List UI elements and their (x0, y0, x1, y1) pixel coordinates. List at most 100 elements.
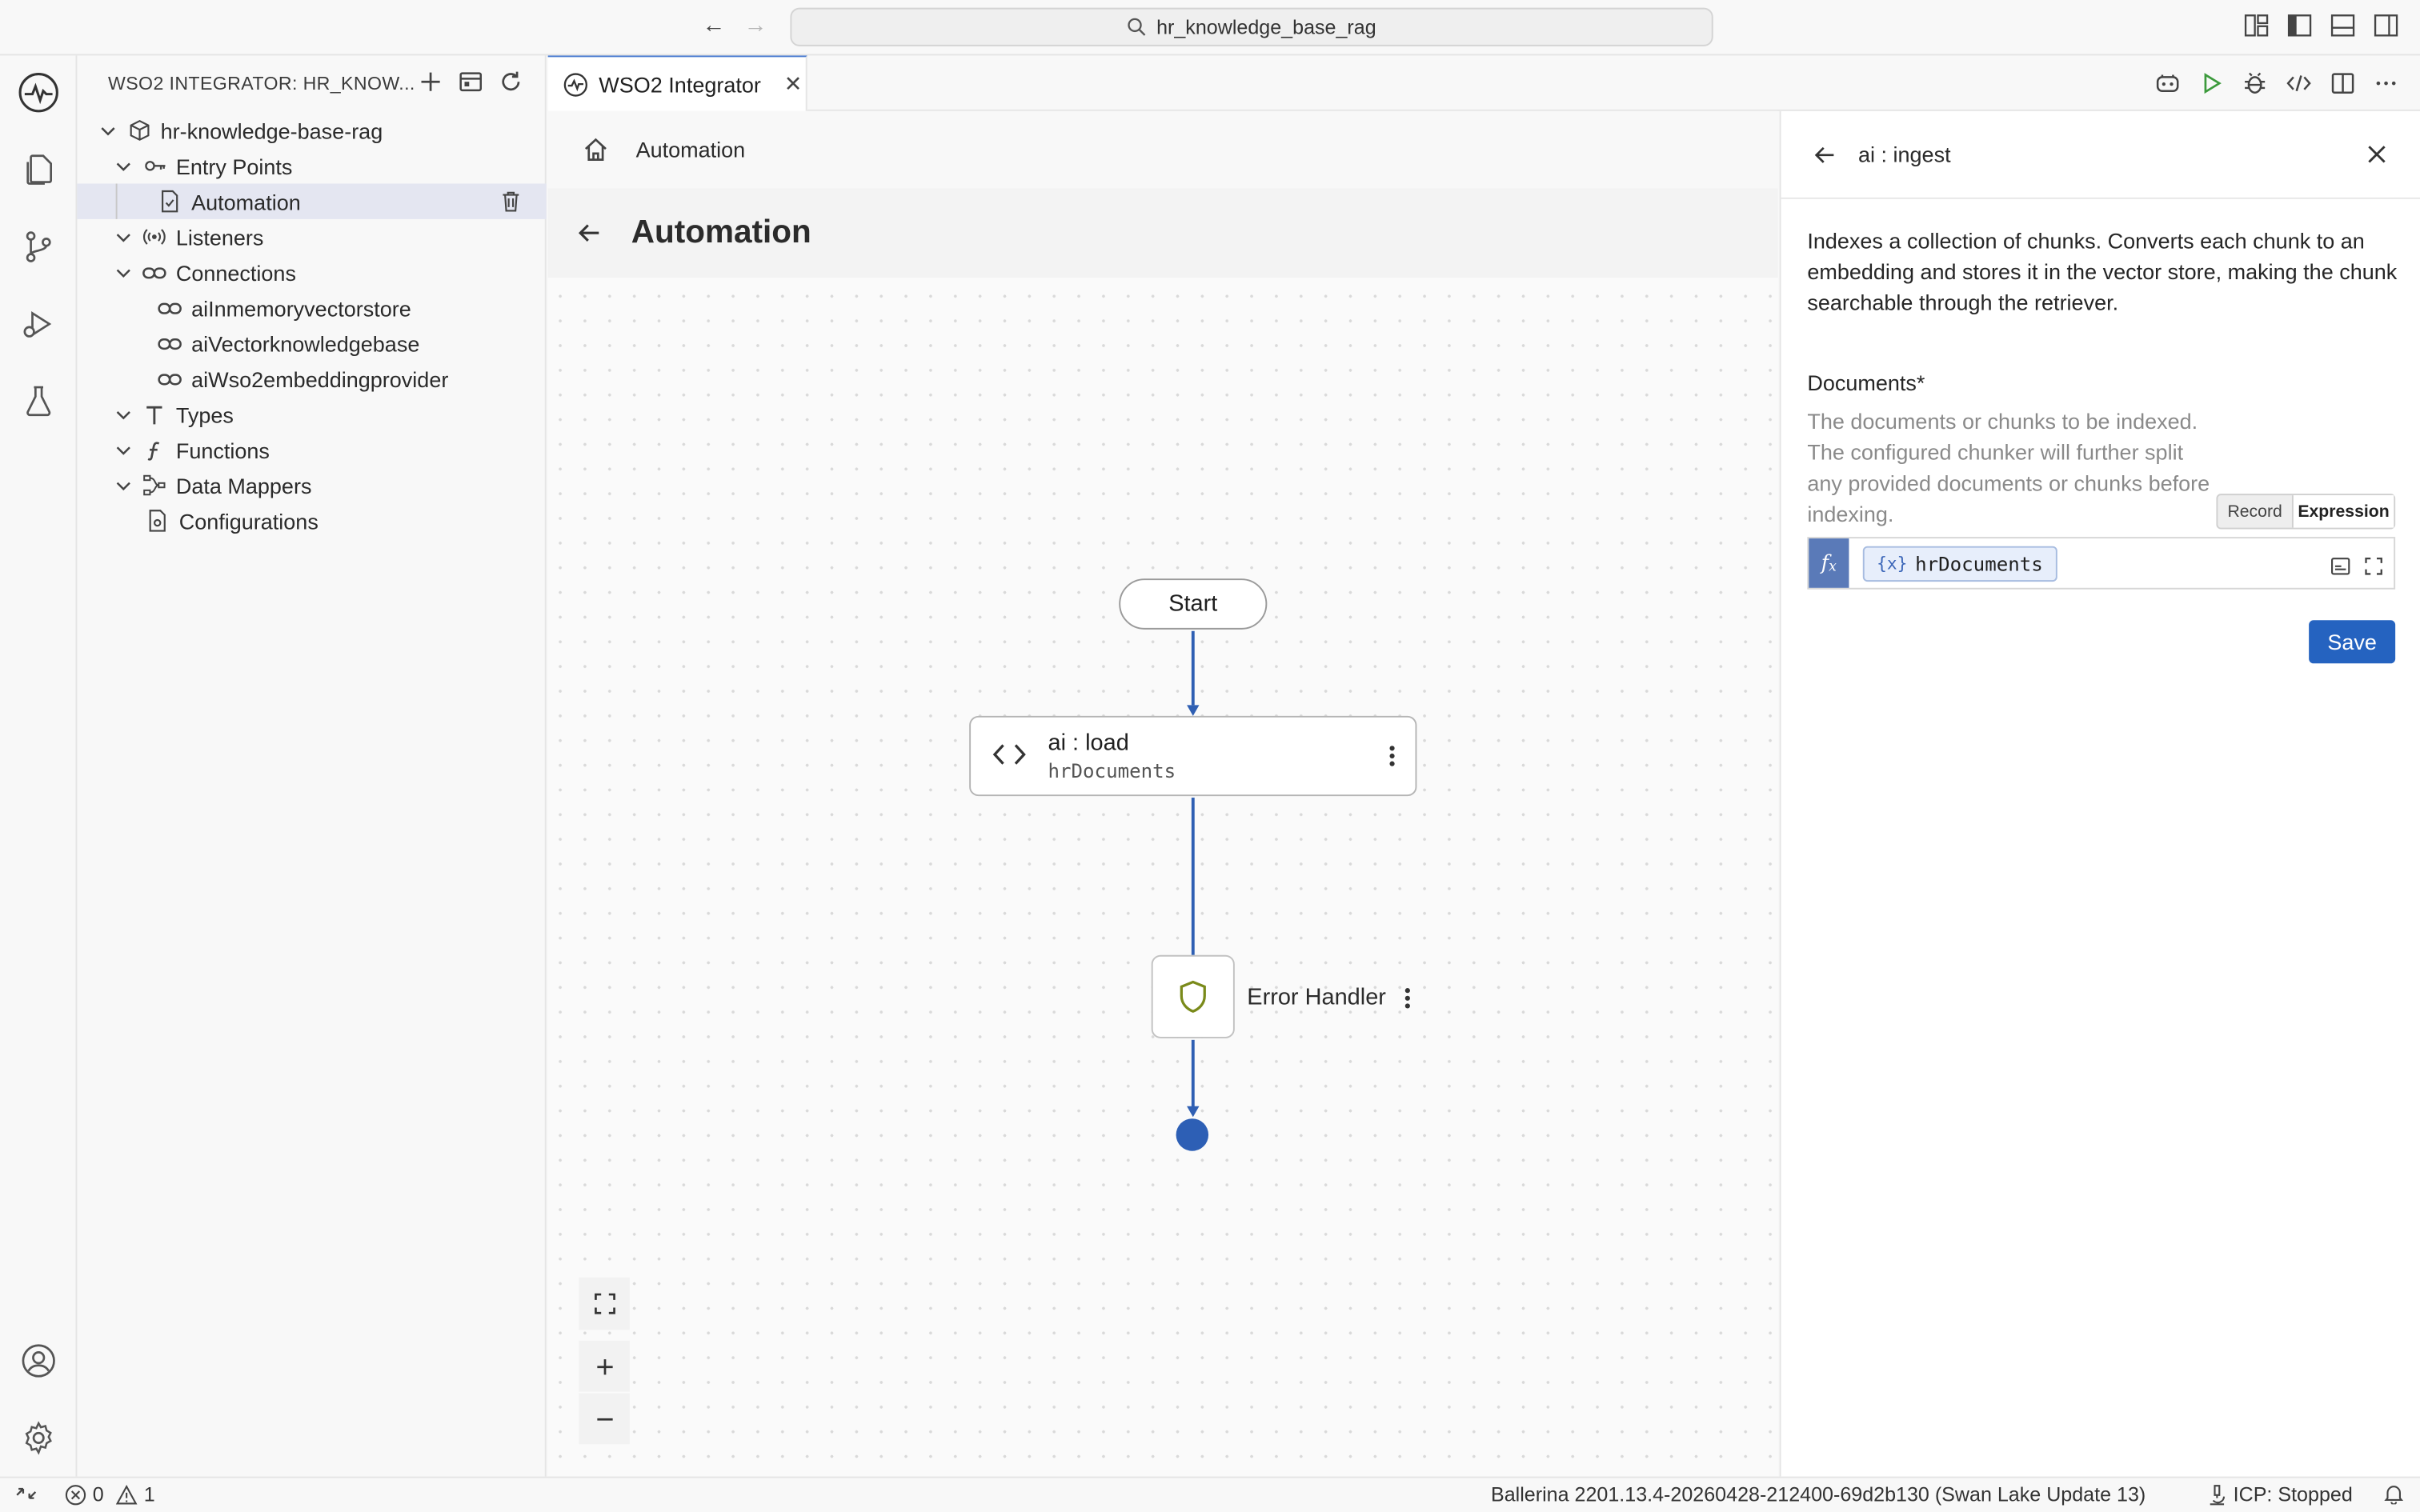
type-icon (142, 402, 166, 426)
editor-tab-bar: WSO2 Integrator ✕ (547, 55, 2420, 111)
forward-arrow-icon[interactable]: → (744, 12, 767, 38)
tree-types[interactable]: Types (77, 397, 546, 432)
documents-field-label: Documents* (1807, 370, 1925, 395)
kebab-menu-icon[interactable] (1404, 986, 1411, 1010)
back-arrow-icon[interactable] (575, 219, 603, 247)
error-count: 0 (92, 1482, 104, 1506)
pulse-icon (18, 73, 58, 113)
explorer-activity[interactable] (17, 148, 60, 191)
record-mode-button[interactable]: Record (2218, 495, 2292, 528)
zoom-out-button[interactable] (579, 1393, 630, 1445)
remote-indicator[interactable] (15, 1482, 37, 1504)
chevron-down-icon (96, 118, 121, 143)
customize-layout-icon[interactable] (2244, 14, 2269, 37)
layout-controls (2244, 14, 2398, 37)
testing-activity[interactable] (17, 379, 60, 422)
flow-arrowhead (1187, 705, 1200, 716)
accounts-activity[interactable] (17, 1339, 60, 1382)
add-icon[interactable] (419, 70, 443, 94)
source-control-activity[interactable] (17, 226, 60, 269)
close-icon[interactable]: ✕ (784, 71, 803, 98)
link-icon (142, 260, 166, 285)
tree-automation[interactable]: Automation (77, 183, 547, 219)
variable-chip-icon: {x} (1877, 554, 1908, 574)
expand-icon[interactable] (2365, 557, 2383, 575)
bell-icon (2384, 1486, 2404, 1505)
gear-icon (25, 1421, 52, 1455)
tab-wso2-integrator[interactable]: WSO2 Integrator ✕ (547, 55, 807, 111)
open-helper-icon[interactable] (2330, 557, 2350, 575)
panel-title: ai : ingest (1857, 142, 1951, 167)
function-icon (142, 438, 166, 462)
tree-connection-inmemoryvectorstore[interactable]: aiInmemoryvectorstore (77, 290, 546, 326)
run-icon[interactable] (2199, 71, 2224, 96)
notifications[interactable] (2383, 1482, 2405, 1505)
warning-count: 1 (143, 1482, 155, 1506)
start-node[interactable]: Start (1119, 578, 1268, 630)
panel-description: Indexes a collection of chunks. Converts… (1807, 228, 2398, 315)
zoom-in-button[interactable] (579, 1340, 630, 1392)
tree-connections[interactable]: Connections (77, 254, 546, 290)
project-name: hr-knowledge-base-rag (160, 118, 383, 143)
page-title: Automation (631, 214, 811, 250)
manage-activity[interactable] (17, 1416, 60, 1459)
tree-connection-vectorknowledgebase[interactable]: aiVectorknowledgebase (77, 326, 546, 361)
link-icon (158, 295, 182, 320)
toggle-panel-icon[interactable] (2330, 14, 2355, 37)
documents-expression-input[interactable]: fx {x} hrDocuments (1807, 537, 2396, 590)
debug-icon[interactable] (2242, 71, 2267, 96)
back-arrow-icon[interactable] (1813, 143, 1837, 166)
icp-status[interactable]: ICP: Stopped (2207, 1482, 2353, 1506)
command-center-search[interactable]: hr_knowledge_base_rag (790, 7, 1713, 46)
ballerina-version[interactable]: Ballerina 2201.13.4-20260428-212400-69d2… (1491, 1482, 2146, 1506)
error-handler-node[interactable] (1151, 954, 1235, 1038)
broadcast-icon (142, 225, 166, 250)
sidebar-item-label: aiVectorknowledgebase (191, 330, 420, 356)
tree-connection-wso2embeddingprovider[interactable]: aiWso2embeddingprovider (77, 361, 546, 396)
documents-field-description: The documents or chunks to be indexed. T… (1807, 409, 2210, 526)
ai-load-node[interactable]: ai : load hrDocuments (969, 715, 1417, 797)
chevron-down-icon (111, 473, 136, 498)
home-icon[interactable] (582, 136, 610, 164)
error-icon (65, 1484, 86, 1505)
tree-functions[interactable]: Functions (77, 432, 546, 467)
problems-indicator[interactable]: 0 1 (65, 1482, 155, 1506)
flow-diagram-canvas[interactable]: Automation Automation Start ai : load hr… (547, 110, 1778, 1477)
code-icon[interactable] (2286, 71, 2312, 96)
wso2-integrator-activity[interactable] (17, 71, 60, 114)
copilot-icon[interactable] (2154, 71, 2181, 96)
tree-project-root[interactable]: hr-knowledge-base-rag (77, 113, 546, 148)
more-actions-icon[interactable] (2374, 71, 2398, 96)
breadcrumb: Automation (547, 110, 1778, 189)
save-button[interactable]: Save (2309, 620, 2396, 664)
back-arrow-icon[interactable]: ← (702, 12, 725, 38)
code-icon (992, 744, 1026, 765)
fx-icon: fx (1809, 538, 1849, 588)
close-icon[interactable] (2367, 145, 2386, 163)
run-debug-icon (23, 311, 52, 338)
kebab-menu-icon[interactable] (1389, 744, 1396, 769)
variable-chip[interactable]: {x} hrDocuments (1862, 546, 2057, 582)
app-window: ← → hr_knowledge_base_rag WSO2 INTEGRATO… (0, 0, 2420, 1512)
toggle-primary-sidebar-icon[interactable] (2287, 14, 2312, 37)
tree-entry-points[interactable]: Entry Points (77, 148, 546, 183)
mapper-icon (142, 473, 166, 498)
chevron-down-icon (111, 154, 136, 178)
run-debug-activity[interactable] (17, 302, 60, 346)
tree-data-mappers[interactable]: Data Mappers (77, 467, 546, 502)
overview-icon[interactable] (459, 70, 483, 94)
sidebar-header: WSO2 INTEGRATOR: HR_KNOW... (77, 55, 544, 110)
split-editor-icon[interactable] (2330, 71, 2355, 96)
expression-mode-button[interactable]: Expression (2291, 495, 2394, 528)
variable-chip-label: hrDocuments (1915, 552, 2043, 576)
tree-configurations[interactable]: Configurations (77, 503, 546, 538)
breadcrumb-item[interactable]: Automation (636, 138, 746, 162)
node-config-panel: ai : ingest Indexes a collection of chun… (1779, 110, 2420, 1477)
fit-to-screen-button[interactable] (579, 1277, 630, 1330)
link-icon (158, 331, 182, 356)
refresh-icon[interactable] (499, 70, 523, 94)
delete-icon[interactable] (500, 190, 522, 213)
sidebar-item-label: Entry Points (175, 153, 293, 178)
tree-listeners[interactable]: Listeners (77, 219, 546, 254)
toggle-secondary-sidebar-icon[interactable] (2374, 14, 2398, 37)
